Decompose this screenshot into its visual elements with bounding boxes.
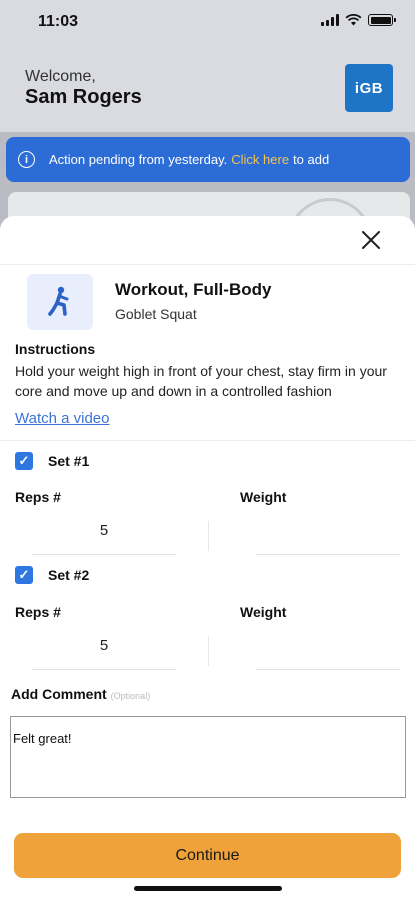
continue-button[interactable]: Continue	[14, 833, 401, 878]
set-2-reps-label: Reps #	[15, 604, 61, 620]
set-1-reps-input[interactable]: 5	[32, 522, 176, 539]
set-1-reps-label: Reps #	[15, 489, 61, 505]
set-2-reps-input[interactable]: 5	[32, 637, 176, 654]
video-divider	[0, 440, 415, 441]
info-icon: i	[18, 151, 35, 168]
status-time: 11:03	[38, 13, 79, 30]
home-indicator	[134, 886, 282, 891]
set-2-weight-label: Weight	[240, 604, 287, 620]
set-2-reps-underline	[32, 669, 176, 670]
cellular-signal-icon	[321, 14, 339, 26]
header-divider	[0, 264, 415, 265]
close-button[interactable]	[355, 226, 387, 254]
squat-figure-icon	[48, 286, 69, 316]
app-logo: iGB	[345, 64, 393, 112]
banner-text: Action pending from yesterday.	[49, 152, 228, 167]
set-1-weight-label: Weight	[240, 489, 287, 505]
logo-text: iGB	[354, 79, 384, 97]
watch-video-link[interactable]: Watch a video	[15, 410, 110, 427]
instructions-text: Hold your weight high in front of your c…	[15, 363, 387, 399]
exercise-thumbnail	[27, 274, 93, 330]
exercise-subtitle: Goblet Squat	[115, 306, 197, 322]
wifi-icon	[345, 14, 362, 26]
set-1-checkbox[interactable]: ✓	[15, 452, 33, 470]
exercise-sheet: Workout, Full-Body Goblet Squat Instruct…	[0, 216, 415, 900]
set-1-weight-input[interactable]	[256, 554, 400, 555]
set-1-reps-underline	[32, 554, 176, 555]
comment-optional-hint: (Optional)	[110, 691, 151, 701]
close-icon	[362, 231, 380, 249]
instructions-heading: Instructions	[15, 341, 96, 357]
user-name: Sam Rogers	[25, 86, 142, 108]
comment-textarea[interactable]: Felt great!	[10, 716, 406, 798]
set-1-field-separator	[208, 521, 209, 551]
comment-heading-label: Add Comment	[11, 686, 107, 702]
app-header: Welcome, Sam Rogers iGB	[0, 46, 415, 132]
set-2-label: Set #2	[48, 567, 90, 583]
set-2-field-separator	[208, 636, 209, 666]
set-2-checkbox[interactable]: ✓	[15, 566, 33, 584]
battery-icon	[368, 14, 396, 26]
set-2-weight-input[interactable]	[256, 669, 400, 670]
banner-link[interactable]: Click here	[231, 152, 289, 167]
set-1-label: Set #1	[48, 453, 90, 469]
set-2-row[interactable]: ✓ Set #2	[15, 566, 89, 584]
exercise-title: Workout, Full-Body	[115, 280, 272, 299]
pending-action-banner[interactable]: i Action pending from yesterday. Click h…	[6, 137, 410, 182]
set-1-row[interactable]: ✓ Set #1	[15, 452, 89, 470]
status-icons	[321, 14, 396, 26]
status-bar: 11:03	[0, 0, 415, 46]
comment-heading: Add Comment (Optional)	[11, 686, 150, 702]
banner-suffix: to add	[293, 152, 330, 167]
welcome-text: Welcome,	[25, 68, 96, 85]
